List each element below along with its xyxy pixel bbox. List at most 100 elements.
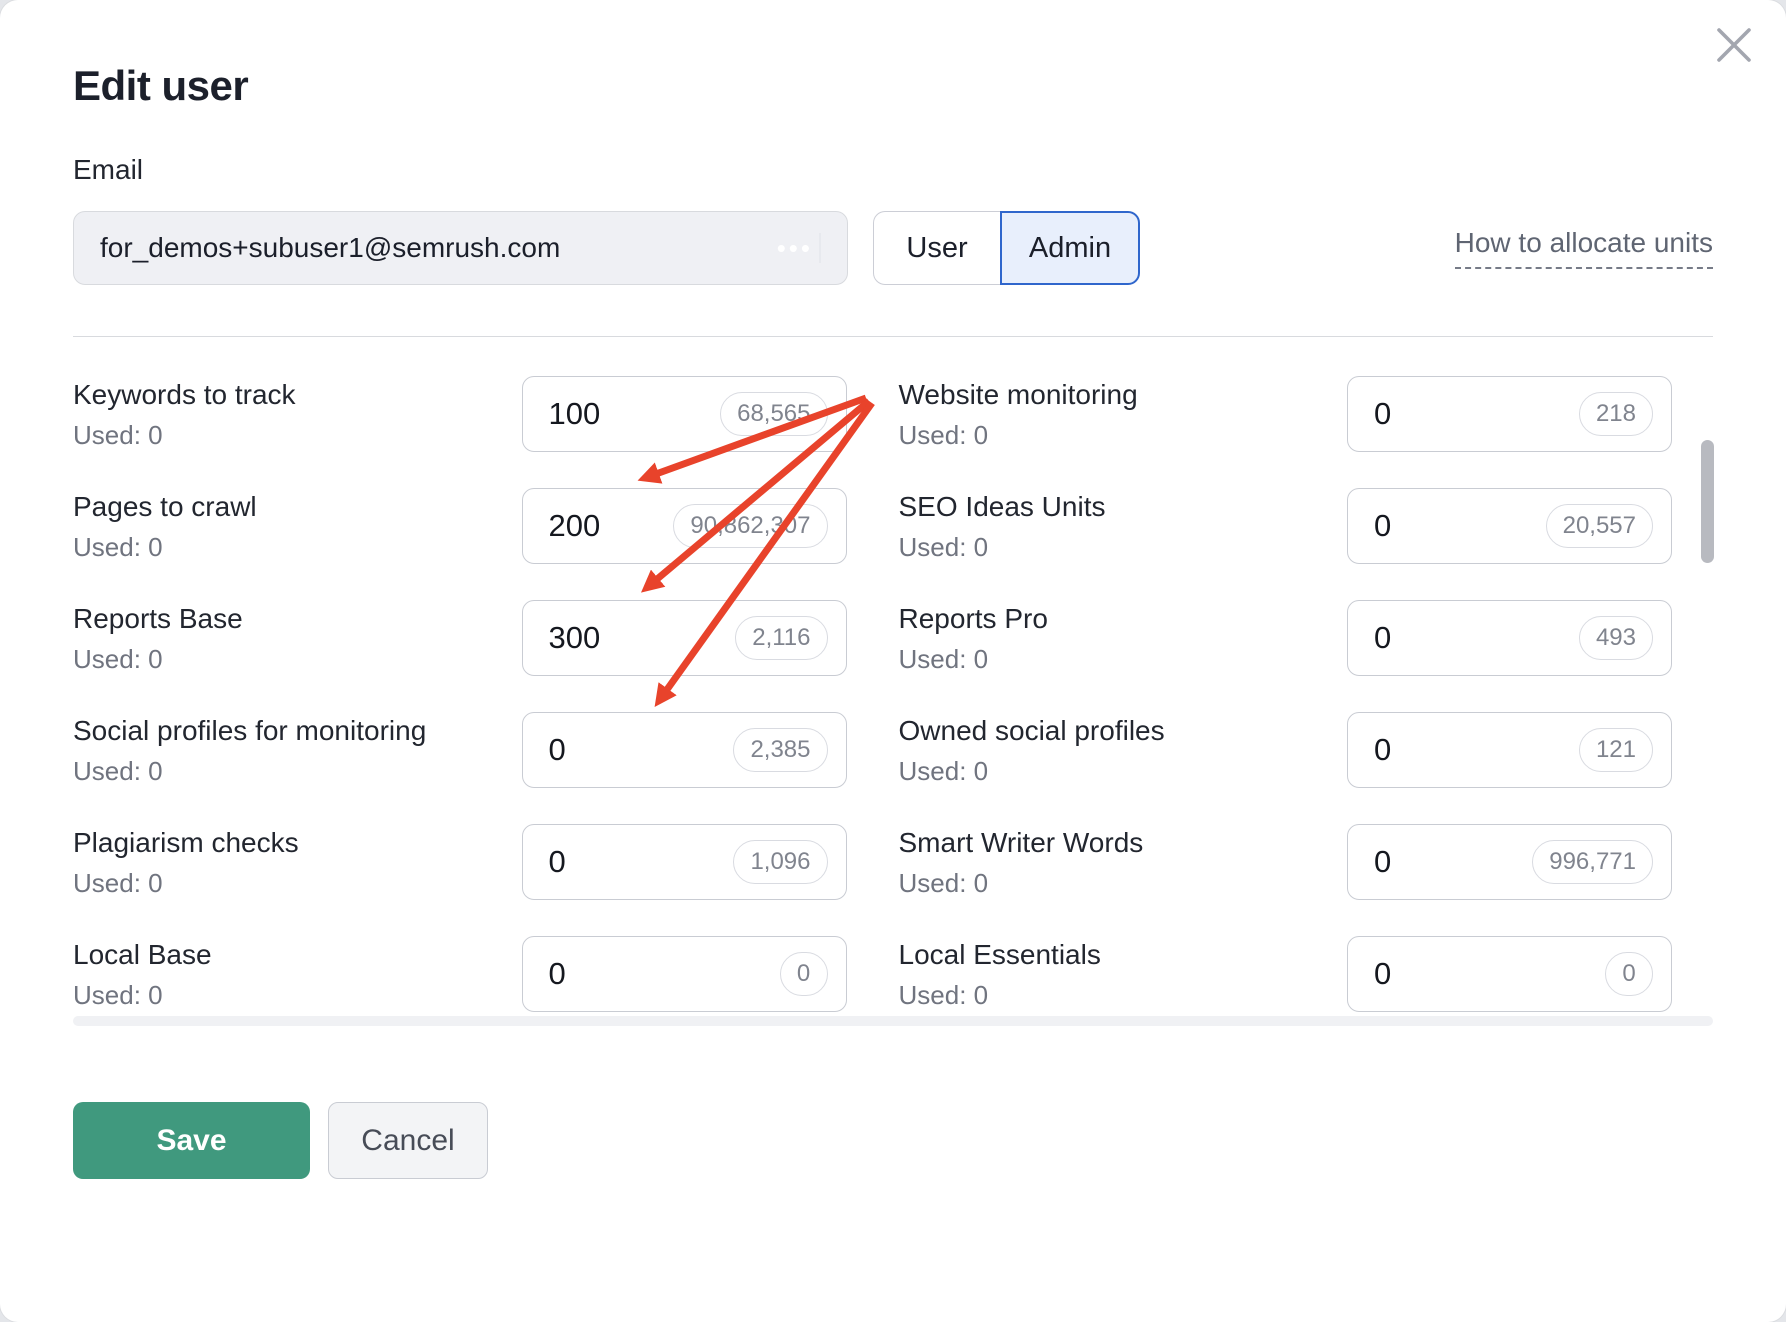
unit-info: Pages to crawl Used: 0: [73, 489, 522, 563]
unit-allocated-value: 0: [1374, 396, 1391, 432]
unit-allocated-value: 0: [1374, 620, 1391, 656]
unit-info: Local Essentials Used: 0: [899, 937, 1348, 1011]
unit-allocated-value: 0: [1374, 956, 1391, 992]
units-grid: Keywords to track Used: 0 100 68,565 Pag…: [73, 376, 1672, 1012]
close-button[interactable]: [1712, 24, 1756, 68]
unit-row: Website monitoring Used: 0 0 218: [899, 376, 1673, 452]
unit-used-count: Used: 0: [899, 644, 1348, 675]
vertical-scrollbar-thumb[interactable]: [1701, 440, 1714, 563]
unit-used-count: Used: 0: [899, 980, 1348, 1011]
unit-used-count: Used: 0: [73, 532, 522, 563]
unit-used-count: Used: 0: [899, 756, 1348, 787]
unit-available-badge: 218: [1579, 392, 1653, 436]
unit-allocated-value: 300: [549, 620, 601, 656]
unit-label: Smart Writer Words: [899, 825, 1348, 860]
unit-allocation-input[interactable]: 0 1,096: [522, 824, 847, 900]
unit-info: Local Base Used: 0: [73, 937, 522, 1011]
unit-allocated-value: 0: [1374, 844, 1391, 880]
edit-user-modal: Edit user Email for_demos+subuser1@semru…: [0, 0, 1786, 1322]
unit-available-badge: 0: [780, 952, 828, 996]
unit-allocated-value: 0: [1374, 508, 1391, 544]
email-label: Email: [73, 154, 1713, 186]
unit-used-count: Used: 0: [73, 868, 522, 899]
unit-available-badge: 996,771: [1532, 840, 1653, 884]
divider: [73, 336, 1713, 337]
unit-row: Local Essentials Used: 0 0 0: [899, 936, 1673, 1012]
unit-allocated-value: 0: [549, 956, 566, 992]
unit-info: Social profiles for monitoring Used: 0: [73, 713, 522, 787]
role-option-admin[interactable]: Admin: [1000, 211, 1140, 285]
unit-row: Local Base Used: 0 0 0: [73, 936, 847, 1012]
unit-allocation-input[interactable]: 0 121: [1347, 712, 1672, 788]
unit-label: Website monitoring: [899, 377, 1348, 412]
unit-label: SEO Ideas Units: [899, 489, 1348, 524]
unit-used-count: Used: 0: [73, 980, 522, 1011]
units-column-left: Keywords to track Used: 0 100 68,565 Pag…: [73, 376, 847, 1012]
unit-allocation-input[interactable]: 0 20,557: [1347, 488, 1672, 564]
unit-allocation-input[interactable]: 0 0: [1347, 936, 1672, 1012]
unit-allocated-value: 0: [1374, 732, 1391, 768]
horizontal-scrollbar[interactable]: [73, 1016, 1713, 1026]
unit-used-count: Used: 0: [73, 644, 522, 675]
unit-row: Pages to crawl Used: 0 200 90,862,307: [73, 488, 847, 564]
unit-available-badge: 20,557: [1546, 504, 1653, 548]
unit-available-badge: 1,096: [733, 840, 827, 884]
footer: Save Cancel: [73, 1102, 1713, 1179]
unit-info: Smart Writer Words Used: 0: [899, 825, 1348, 899]
unit-used-count: Used: 0: [73, 756, 522, 787]
unit-label: Reports Pro: [899, 601, 1348, 636]
email-field[interactable]: for_demos+subuser1@semrush.com •••: [73, 211, 848, 285]
unit-label: Owned social profiles: [899, 713, 1348, 748]
unit-allocation-input[interactable]: 200 90,862,307: [522, 488, 847, 564]
unit-label: Pages to crawl: [73, 489, 522, 524]
unit-row: Reports Base Used: 0 300 2,116: [73, 600, 847, 676]
unit-allocation-input[interactable]: 0 493: [1347, 600, 1672, 676]
unit-info: Reports Base Used: 0: [73, 601, 522, 675]
unit-info: Plagiarism checks Used: 0: [73, 825, 522, 899]
unit-allocated-value: 0: [549, 844, 566, 880]
unit-allocation-input[interactable]: 100 68,565: [522, 376, 847, 452]
unit-info: Website monitoring Used: 0: [899, 377, 1348, 451]
unit-info: SEO Ideas Units Used: 0: [899, 489, 1348, 563]
email-row: for_demos+subuser1@semrush.com ••• User …: [73, 211, 1713, 285]
email-value: for_demos+subuser1@semrush.com: [100, 232, 560, 264]
unit-available-badge: 0: [1605, 952, 1653, 996]
unit-row: Plagiarism checks Used: 0 0 1,096: [73, 824, 847, 900]
unit-row: Social profiles for monitoring Used: 0 0…: [73, 712, 847, 788]
role-option-user[interactable]: User: [873, 211, 1000, 285]
unit-used-count: Used: 0: [73, 420, 522, 451]
unit-label: Local Essentials: [899, 937, 1348, 972]
unit-used-count: Used: 0: [899, 532, 1348, 563]
unit-allocation-input[interactable]: 0 218: [1347, 376, 1672, 452]
unit-allocated-value: 0: [549, 732, 566, 768]
unit-label: Reports Base: [73, 601, 522, 636]
unit-label: Keywords to track: [73, 377, 522, 412]
units-column-right: Website monitoring Used: 0 0 218 SEO Ide…: [899, 376, 1673, 1012]
unit-label: Local Base: [73, 937, 522, 972]
ellipsis-icon: •••: [777, 233, 821, 264]
how-to-allocate-units-link[interactable]: How to allocate units: [1455, 227, 1713, 269]
unit-info: Reports Pro Used: 0: [899, 601, 1348, 675]
unit-allocation-input[interactable]: 0 996,771: [1347, 824, 1672, 900]
unit-available-badge: 68,565: [720, 392, 827, 436]
unit-allocated-value: 200: [549, 508, 601, 544]
unit-available-badge: 2,116: [735, 616, 827, 660]
unit-info: Keywords to track Used: 0: [73, 377, 522, 451]
unit-row: Keywords to track Used: 0 100 68,565: [73, 376, 847, 452]
unit-used-count: Used: 0: [899, 420, 1348, 451]
unit-label: Social profiles for monitoring: [73, 713, 522, 748]
cancel-button[interactable]: Cancel: [328, 1102, 488, 1179]
unit-available-badge: 121: [1579, 728, 1653, 772]
unit-allocation-input[interactable]: 300 2,116: [522, 600, 847, 676]
unit-row: SEO Ideas Units Used: 0 0 20,557: [899, 488, 1673, 564]
unit-available-badge: 493: [1579, 616, 1653, 660]
unit-row: Reports Pro Used: 0 0 493: [899, 600, 1673, 676]
role-toggle: User Admin: [873, 211, 1140, 285]
save-button[interactable]: Save: [73, 1102, 310, 1179]
page-title: Edit user: [73, 0, 1713, 110]
close-icon: [1715, 26, 1753, 67]
unit-allocation-input[interactable]: 0 2,385: [522, 712, 847, 788]
unit-info: Owned social profiles Used: 0: [899, 713, 1348, 787]
unit-allocation-input[interactable]: 0 0: [522, 936, 847, 1012]
unit-label: Plagiarism checks: [73, 825, 522, 860]
